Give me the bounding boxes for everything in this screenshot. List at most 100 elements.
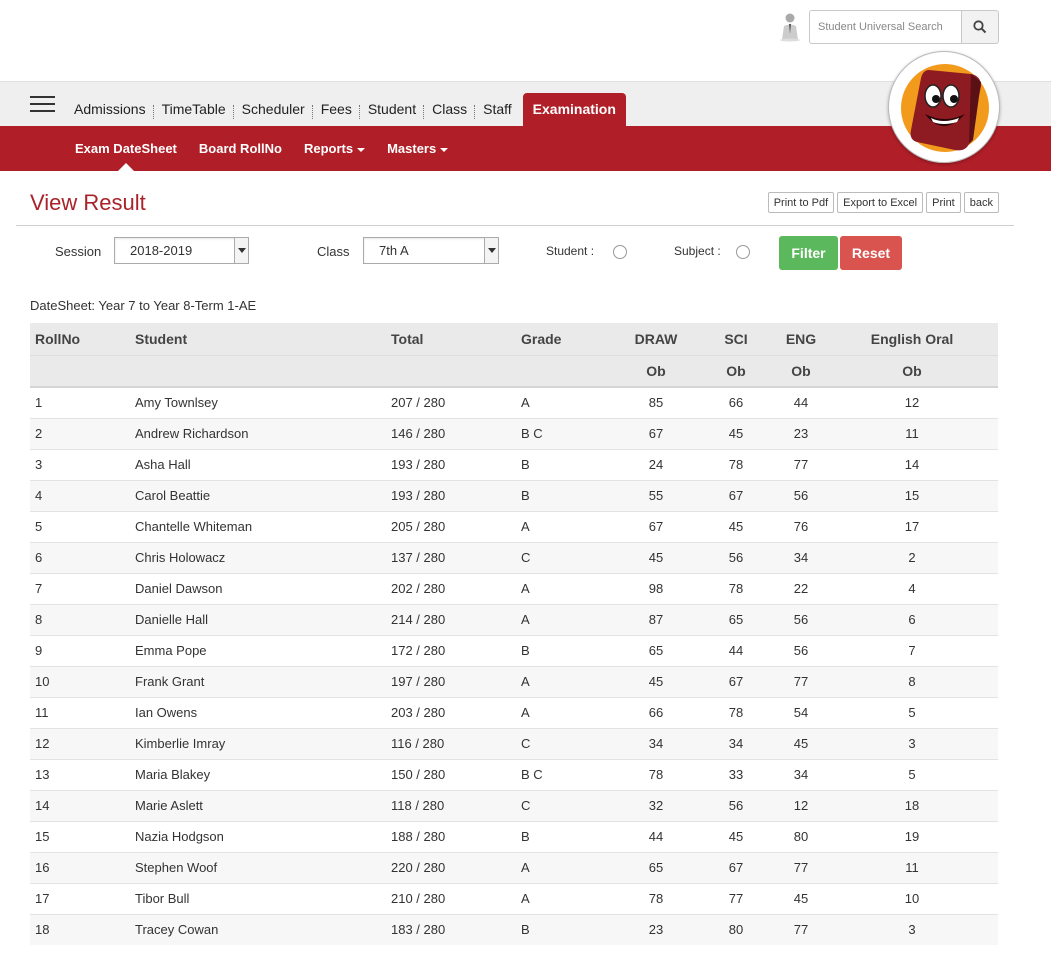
rollno-cell: 11 xyxy=(30,696,130,728)
col-total: Total xyxy=(386,323,516,355)
english-oral-score-cell: 6 xyxy=(826,603,998,635)
total-cell: 193 / 280 xyxy=(386,448,516,480)
table-row: 14 Marie Aslett 118 / 280 C 32 56 12 18 xyxy=(30,789,998,821)
nav-fees[interactable]: Fees xyxy=(313,93,360,127)
student-name-cell: Marie Aslett xyxy=(130,789,386,821)
grade-cell: B xyxy=(516,448,616,480)
sci-score-cell: 34 xyxy=(696,727,776,759)
nav-student[interactable]: Student xyxy=(360,93,425,127)
sci-score-cell: 78 xyxy=(696,572,776,604)
page-title: View Result xyxy=(30,190,146,215)
total-cell: 146 / 280 xyxy=(386,417,516,449)
search-input[interactable] xyxy=(809,10,961,44)
english-oral-score-cell: 11 xyxy=(826,417,998,449)
export-to-excel-button[interactable]: Export to Excel xyxy=(837,192,924,213)
ob-label: Ob xyxy=(826,354,998,388)
nav-timetable[interactable]: TimeTable xyxy=(154,93,234,127)
student-name-cell: Chris Holowacz xyxy=(130,541,386,573)
app-logo[interactable] xyxy=(888,51,1000,163)
student-radio[interactable] xyxy=(613,245,627,259)
grade-cell: C xyxy=(516,727,616,759)
dropdown-arrow-icon xyxy=(234,238,248,263)
total-cell: 210 / 280 xyxy=(386,882,516,914)
eng-score-cell: 77 xyxy=(776,851,826,883)
english-oral-score-cell: 8 xyxy=(826,665,998,697)
student-name-cell: Nazia Hodgson xyxy=(130,820,386,852)
grade-cell: A xyxy=(516,696,616,728)
print-to-pdf-button[interactable]: Print to Pdf xyxy=(767,192,835,213)
draw-score-cell: 98 xyxy=(616,572,696,604)
nav-class[interactable]: Class xyxy=(424,93,476,127)
eng-score-cell: 45 xyxy=(776,727,826,759)
sci-score-cell: 67 xyxy=(696,665,776,697)
table-row: 5 Chantelle Whiteman 205 / 280 A 67 45 76 17 xyxy=(30,510,998,542)
sci-score-cell: 56 xyxy=(696,541,776,573)
draw-score-cell: 65 xyxy=(616,634,696,666)
eng-score-cell: 22 xyxy=(776,572,826,604)
grade-cell: C xyxy=(516,541,616,573)
sci-score-cell: 45 xyxy=(696,417,776,449)
filter-button[interactable]: Filter xyxy=(779,236,838,270)
sci-score-cell: 45 xyxy=(696,820,776,852)
sci-score-cell: 44 xyxy=(696,634,776,666)
student-name-cell: Andrew Richardson xyxy=(130,417,386,449)
english-oral-score-cell: 7 xyxy=(826,634,998,666)
print-button[interactable]: Print xyxy=(926,192,961,213)
draw-score-cell: 78 xyxy=(616,882,696,914)
rollno-cell: 10 xyxy=(30,665,130,697)
total-cell: 197 / 280 xyxy=(386,665,516,697)
grade-cell: B xyxy=(516,913,616,945)
table-row: 15 Nazia Hodgson 188 / 280 B 44 45 80 19 xyxy=(30,820,998,852)
sci-score-cell: 65 xyxy=(696,603,776,635)
rollno-cell: 13 xyxy=(30,758,130,790)
total-cell: 150 / 280 xyxy=(386,758,516,790)
subject-radio[interactable] xyxy=(736,245,750,259)
nav-scheduler[interactable]: Scheduler xyxy=(234,93,313,127)
student-name-cell: Danielle Hall xyxy=(130,603,386,635)
subnav-masters[interactable]: Masters xyxy=(387,126,449,171)
sci-score-cell: 45 xyxy=(696,510,776,542)
col-english-oral: English Oral xyxy=(826,323,998,355)
eng-score-cell: 34 xyxy=(776,758,826,790)
rollno-cell: 5 xyxy=(30,510,130,542)
back-button[interactable]: back xyxy=(963,192,999,213)
search-button[interactable] xyxy=(961,10,999,44)
subnav-board-rollno[interactable]: Board RollNo xyxy=(199,126,282,171)
eng-score-cell: 44 xyxy=(776,386,826,418)
reset-button[interactable]: Reset xyxy=(840,236,902,270)
sci-score-cell: 78 xyxy=(696,448,776,480)
draw-score-cell: 24 xyxy=(616,448,696,480)
subnav-exam-datesheet[interactable]: Exam DateSheet xyxy=(75,126,177,171)
rollno-cell: 7 xyxy=(30,572,130,604)
total-cell: 172 / 280 xyxy=(386,634,516,666)
sci-score-cell: 67 xyxy=(696,851,776,883)
table-row: 10 Frank Grant 197 / 280 A 45 67 77 8 xyxy=(30,665,998,697)
table-row: 9 Emma Pope 172 / 280 B 65 44 56 7 xyxy=(30,634,998,666)
english-oral-score-cell: 2 xyxy=(826,541,998,573)
student-label: Student : xyxy=(546,244,595,258)
user-icon[interactable] xyxy=(778,12,802,42)
student-name-cell: Emma Pope xyxy=(130,634,386,666)
draw-score-cell: 78 xyxy=(616,758,696,790)
menu-icon[interactable] xyxy=(30,96,55,114)
table-row: 18 Tracey Cowan 183 / 280 B 23 80 77 3 xyxy=(30,913,998,945)
session-select[interactable]: 2018-2019 xyxy=(114,237,249,264)
sci-score-cell: 67 xyxy=(696,479,776,511)
nav-staff[interactable]: Staff xyxy=(475,93,520,127)
grade-cell: B xyxy=(516,820,616,852)
eng-score-cell: 34 xyxy=(776,541,826,573)
grade-cell: B xyxy=(516,479,616,511)
student-name-cell: Stephen Woof xyxy=(130,851,386,883)
rollno-cell: 12 xyxy=(30,727,130,759)
nav-admissions[interactable]: Admissions xyxy=(66,93,154,127)
nav-examination[interactable]: Examination xyxy=(522,93,626,127)
rollno-cell: 14 xyxy=(30,789,130,821)
session-label: Session xyxy=(55,244,102,259)
total-cell: 207 / 280 xyxy=(386,386,516,418)
class-select[interactable]: 7th A xyxy=(363,237,499,264)
total-cell: 202 / 280 xyxy=(386,572,516,604)
student-name-cell: Tracey Cowan xyxy=(130,913,386,945)
subject-label: Subject : xyxy=(674,244,721,258)
sci-score-cell: 80 xyxy=(696,913,776,945)
subnav-reports[interactable]: Reports xyxy=(304,126,366,171)
